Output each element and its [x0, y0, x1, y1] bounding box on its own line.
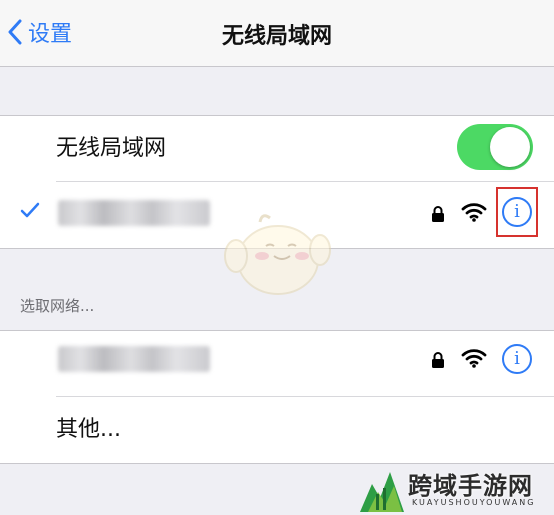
navigation-bar: 设置 无线局域网 — [0, 0, 554, 67]
network-name-redacted — [58, 200, 210, 226]
other-network-row[interactable]: 其他... — [0, 397, 554, 463]
checkmark-icon — [20, 200, 40, 224]
watermark-text: 跨域手游网 — [408, 472, 533, 500]
section-header: 选取网络... — [20, 297, 95, 315]
page-title: 无线局域网 — [221, 24, 332, 49]
info-icon[interactable]: i — [502, 344, 532, 374]
wifi-toggle-switch[interactable] — [457, 124, 533, 170]
info-highlight-box — [496, 187, 538, 237]
network-name-redacted — [58, 346, 210, 372]
site-watermark: 跨域手游网 KUAYUSHOUYOUWANG — [358, 462, 554, 515]
wifi-toggle-label: 无线局域网 — [56, 136, 167, 161]
watermark-subtext: KUAYUSHOUYOUWANG — [412, 498, 536, 507]
wifi-signal-icon — [461, 203, 487, 222]
lock-icon — [432, 352, 444, 368]
wifi-signal-icon — [461, 349, 487, 368]
site-logo-icon — [360, 472, 404, 512]
lock-icon — [432, 206, 444, 222]
toggle-knob — [490, 127, 530, 167]
mascot-watermark-icon — [224, 214, 331, 295]
other-network-label: 其他... — [56, 417, 121, 442]
